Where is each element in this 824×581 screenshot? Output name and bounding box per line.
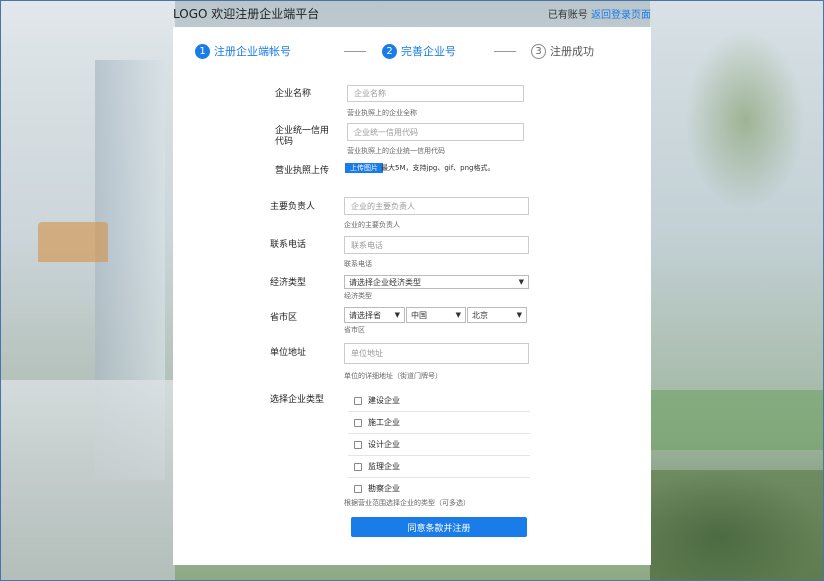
province-value: 请选择省: [349, 310, 381, 320]
economy-type-value: 请选择企业经济类型: [349, 277, 421, 287]
phone-label: 联系电话: [270, 240, 307, 250]
economy-type-label: 经济类型: [270, 278, 307, 288]
step-indicator: 1 注册企业端帐号 2 完善企业号 3 注册成功: [173, 43, 651, 63]
company-type-label: 选择企业类型: [270, 395, 325, 405]
option-label: 监理企业: [368, 462, 400, 471]
credit-code-label: 企业统一信用代码: [275, 126, 330, 147]
step-1-label: 注册企业端帐号: [214, 45, 291, 58]
step-3-label: 注册成功: [550, 45, 594, 58]
chevron-down-icon: ▼: [516, 311, 522, 319]
company-type-option[interactable]: 设计企业: [348, 434, 530, 456]
company-type-option[interactable]: 建设企业: [348, 390, 530, 412]
province-select[interactable]: 请选择省 ▼: [344, 307, 405, 323]
upload-note: 最大5M，支持jpg、gif、png格式。: [381, 164, 495, 172]
city-select[interactable]: 北京 ▼: [467, 307, 527, 323]
address-label: 单位地址: [270, 348, 307, 358]
option-label: 建设企业: [368, 396, 400, 405]
economy-type-select[interactable]: 请选择企业经济类型 ▼: [344, 275, 529, 289]
checkbox-icon[interactable]: [354, 440, 362, 449]
company-name-hint: 营业执照上的企业全称: [347, 109, 417, 117]
checkbox-icon[interactable]: [354, 484, 362, 493]
top-bar: LOGO 欢迎注册企业端平台 已有账号 返回登录页面: [173, 0, 651, 26]
step-2-label: 完善企业号: [401, 45, 456, 58]
upload-image-button[interactable]: 上传图片: [345, 163, 383, 173]
step-connector: [344, 51, 366, 52]
company-name-label: 企业名称: [275, 89, 312, 99]
have-account-text: 已有账号: [547, 10, 588, 21]
company-type-option[interactable]: 监理企业: [348, 456, 530, 478]
step-3: 3 注册成功: [531, 43, 594, 59]
phone-hint: 联系电话: [344, 260, 372, 268]
checkbox-icon[interactable]: [354, 418, 362, 427]
background-roof: [38, 222, 108, 262]
option-label: 施工企业: [368, 418, 400, 427]
agree-and-register-button[interactable]: 同意条款并注册: [351, 517, 527, 537]
background-right: [650, 0, 824, 581]
step-2-number: 2: [382, 43, 397, 59]
chevron-down-icon: ▼: [394, 311, 400, 319]
background-lawn: [650, 390, 824, 450]
checkbox-icon[interactable]: [354, 462, 362, 471]
credit-code-hint: 营业执照上的企业统一信用代码: [347, 147, 445, 155]
site-title: LOGO 欢迎注册企业端平台: [173, 7, 320, 21]
country-select[interactable]: 中国 ▼: [406, 307, 466, 323]
registration-card: 1 注册企业端帐号 2 完善企业号 3 注册成功 企业名称 企业名称 营业执照上…: [173, 27, 651, 565]
company-type-options: 建设企业 施工企业 设计企业 监理企业 勘察企业: [348, 390, 530, 499]
principal-hint: 企业的主要负责人: [344, 221, 400, 229]
checkbox-icon[interactable]: [354, 396, 362, 405]
back-to-login-link[interactable]: 返回登录页面: [591, 10, 651, 21]
phone-input[interactable]: 联系电话: [344, 236, 529, 254]
city-value: 北京: [472, 310, 488, 320]
company-type-option[interactable]: 施工企业: [348, 412, 530, 434]
background-ground: [0, 380, 175, 581]
region-hint: 省市区: [344, 326, 365, 334]
background-shrub: [650, 470, 824, 581]
company-type-option[interactable]: 勘察企业: [348, 478, 530, 499]
address-hint: 单位的详细地址（街道门牌号）: [344, 372, 442, 380]
option-label: 设计企业: [368, 440, 400, 449]
option-label: 勘察企业: [368, 484, 400, 493]
step-3-number: 3: [531, 43, 546, 59]
chevron-down-icon: ▼: [455, 311, 461, 319]
login-area: 已有账号 返回登录页面: [548, 6, 651, 21]
background-left: [0, 0, 175, 581]
principal-label: 主要负责人: [270, 202, 316, 212]
region-label: 省市区: [270, 313, 298, 323]
principal-input[interactable]: 企业的主要负责人: [344, 197, 529, 215]
company-name-input[interactable]: 企业名称: [347, 85, 524, 102]
country-value: 中国: [411, 310, 427, 320]
address-input[interactable]: 单位地址: [344, 343, 529, 364]
credit-code-input[interactable]: 企业统一信用代码: [347, 123, 524, 141]
economy-type-hint: 经济类型: [344, 292, 372, 300]
step-2: 2 完善企业号: [382, 43, 456, 59]
background-tree: [685, 30, 805, 210]
step-1-number: 1: [195, 43, 210, 59]
step-1: 1 注册企业端帐号: [195, 43, 291, 59]
license-label: 营业执照上传: [275, 166, 330, 176]
step-connector: [494, 51, 516, 52]
company-type-hint: 根据营业范围选择企业的类型（可多选）: [344, 499, 470, 507]
chevron-down-icon: ▼: [518, 278, 524, 286]
